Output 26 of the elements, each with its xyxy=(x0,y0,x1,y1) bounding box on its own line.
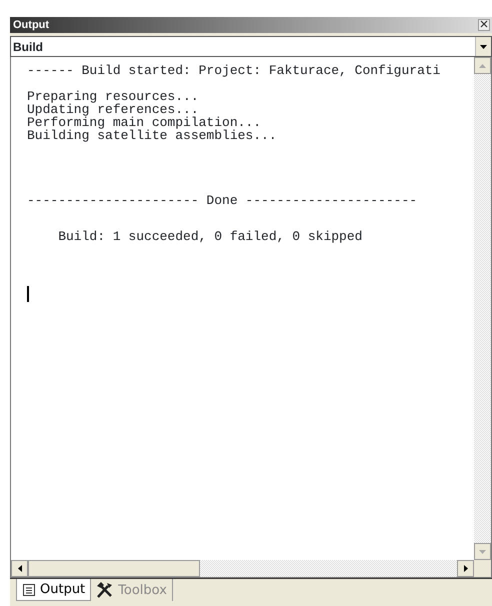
close-icon xyxy=(480,20,488,28)
scroll-thumb[interactable] xyxy=(28,560,200,577)
scroll-right-button[interactable] xyxy=(457,560,474,577)
document-icon xyxy=(22,582,36,596)
close-button[interactable] xyxy=(478,19,490,31)
output-line: Preparing resources... xyxy=(27,90,200,103)
caret-icon xyxy=(480,44,487,48)
output-line: Performing main compilation... xyxy=(27,116,262,129)
output-source-dropdown[interactable]: Build xyxy=(10,36,492,57)
output-line: ------ Build started: Project: Fakturace, Configurati xyxy=(27,64,442,77)
output-line: Updating references... xyxy=(27,103,199,116)
left-arrow-icon xyxy=(18,565,22,572)
dropdown-arrow-button[interactable] xyxy=(475,37,491,56)
scroll-left-button[interactable] xyxy=(11,560,28,577)
tools-icon xyxy=(96,582,114,598)
horizontal-scrollbar[interactable] xyxy=(11,560,474,577)
output-line: Build: 1 succeeded, 0 failed, 0 skipped xyxy=(57,230,364,243)
right-arrow-icon xyxy=(464,565,468,572)
output-line: ---------------------- Done ---------------------- xyxy=(27,194,418,207)
output-line: Building satellite assemblies... xyxy=(27,129,278,142)
text-cursor xyxy=(27,286,29,302)
up-arrow-icon xyxy=(479,64,486,68)
down-arrow-icon xyxy=(479,550,486,554)
panel-tab[interactable]: Output xyxy=(16,579,92,601)
panel-title: Output xyxy=(13,19,50,31)
dropdown-value: Build xyxy=(12,40,44,54)
